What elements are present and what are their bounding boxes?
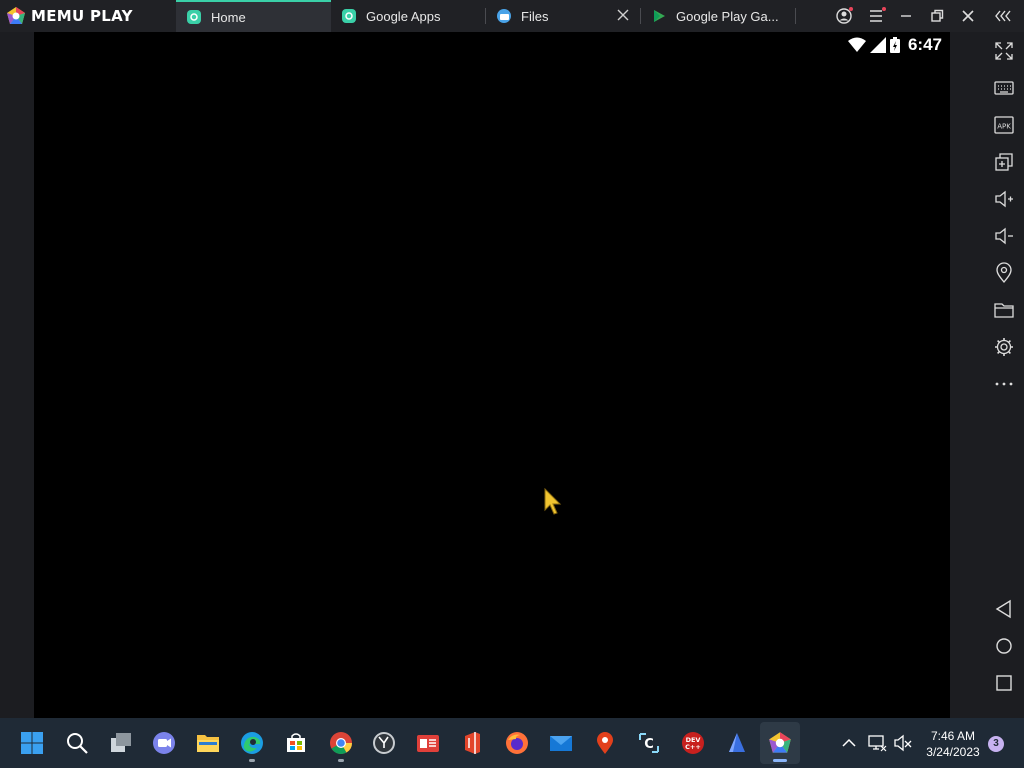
fullscreen-icon[interactable]: [993, 40, 1015, 62]
taskbar-clock[interactable]: 7:46 AM 3/24/2023: [920, 728, 986, 760]
running-indicator: [338, 759, 344, 762]
maps-pin-icon[interactable]: [593, 731, 617, 755]
volume-down-icon[interactable]: [993, 225, 1015, 247]
taskbar-time: 7:46 AM: [930, 729, 976, 743]
show-hidden-icons-chevron-icon[interactable]: [840, 734, 858, 752]
tab-files[interactable]: Files: [486, 0, 640, 32]
task-view-icon[interactable]: [109, 731, 133, 755]
tab-google-apps[interactable]: Google Apps: [331, 0, 486, 32]
recents-icon[interactable]: [993, 672, 1015, 694]
volume-muted-icon[interactable]: [893, 733, 913, 753]
google-play-games-icon: [652, 9, 666, 23]
svg-text:APK: APK: [997, 123, 1011, 131]
close-window-icon[interactable]: [958, 6, 978, 26]
files-icon: [497, 9, 511, 23]
microsoft-store-icon[interactable]: [284, 731, 308, 755]
minimize-icon[interactable]: [896, 6, 916, 26]
emulator-screen[interactable]: 6:47: [34, 32, 950, 718]
svg-text:C: C: [644, 737, 654, 752]
tab-home[interactable]: Home: [176, 0, 331, 32]
multi-instance-icon[interactable]: [993, 151, 1015, 173]
firefox-icon[interactable]: [505, 731, 529, 755]
signal-icon: [869, 37, 886, 53]
sailing-app-icon[interactable]: [725, 731, 749, 755]
windows-start-icon[interactable]: [20, 731, 44, 755]
windows-taskbar: C DEV C++ 7:46 AM 3/24/2023: [0, 718, 1024, 768]
code-app-icon[interactable]: C: [637, 731, 661, 755]
teams-chat-icon[interactable]: [152, 731, 176, 755]
location-icon[interactable]: [993, 262, 1015, 284]
close-tab-icon[interactable]: [616, 8, 630, 22]
back-icon[interactable]: [993, 598, 1015, 620]
app-logo: MEMU PLAY: [6, 5, 133, 27]
mail-icon[interactable]: [549, 731, 573, 755]
tab-label: Home: [211, 9, 246, 25]
keyboard-icon[interactable]: [993, 77, 1015, 99]
folder-icon[interactable]: [993, 299, 1015, 321]
news-app-icon[interactable]: [416, 731, 440, 755]
edge-browser-icon[interactable]: [240, 731, 264, 755]
running-indicator: [249, 759, 255, 762]
app-tab-icon: [342, 9, 356, 23]
office-icon[interactable]: [460, 731, 484, 755]
dev-cpp-icon[interactable]: DEV C++: [681, 731, 705, 755]
settings-icon[interactable]: [993, 336, 1015, 358]
tab-label: Google Play Ga...: [676, 8, 779, 24]
file-explorer-icon[interactable]: [196, 731, 220, 755]
active-app-indicator: [773, 759, 787, 762]
battery-icon: [889, 37, 900, 53]
tab-label: Files: [521, 8, 549, 24]
memu-logo-icon: [7, 7, 25, 24]
volume-up-icon[interactable]: [993, 188, 1015, 210]
home-icon[interactable]: [993, 635, 1015, 657]
mouse-cursor-icon: [544, 488, 562, 515]
title-bar: MEMU PLAY Home Google Apps Files Google: [0, 0, 1024, 32]
app-name: MEMU PLAY: [31, 7, 133, 25]
chrome-icon[interactable]: [329, 731, 353, 755]
app-tab-icon: [187, 10, 201, 24]
emulator-toolbar: APK: [985, 32, 1024, 718]
wifi-icon: [847, 37, 866, 52]
menu-icon[interactable]: [866, 6, 886, 26]
restore-icon[interactable]: [927, 6, 947, 26]
search-icon[interactable]: [65, 731, 89, 755]
account-icon[interactable]: [834, 6, 854, 26]
collapse-sidebar-icon[interactable]: [993, 6, 1013, 26]
tab-google-play-games[interactable]: Google Play Ga...: [641, 0, 795, 32]
notification-badge[interactable]: 3: [988, 736, 1004, 752]
android-clock: 6:47: [907, 35, 942, 54]
svg-text:C++: C++: [685, 743, 701, 751]
android-status-bar: 6:47: [847, 35, 942, 54]
more-icon[interactable]: [993, 373, 1015, 395]
memu-play-taskbar-icon[interactable]: [768, 731, 792, 755]
clock-app-icon[interactable]: [372, 731, 396, 755]
tab-divider: [795, 8, 796, 24]
network-icon[interactable]: [867, 733, 887, 753]
apk-icon[interactable]: APK: [993, 114, 1015, 136]
tab-label: Google Apps: [366, 8, 441, 24]
taskbar-date: 3/24/2023: [926, 745, 980, 759]
